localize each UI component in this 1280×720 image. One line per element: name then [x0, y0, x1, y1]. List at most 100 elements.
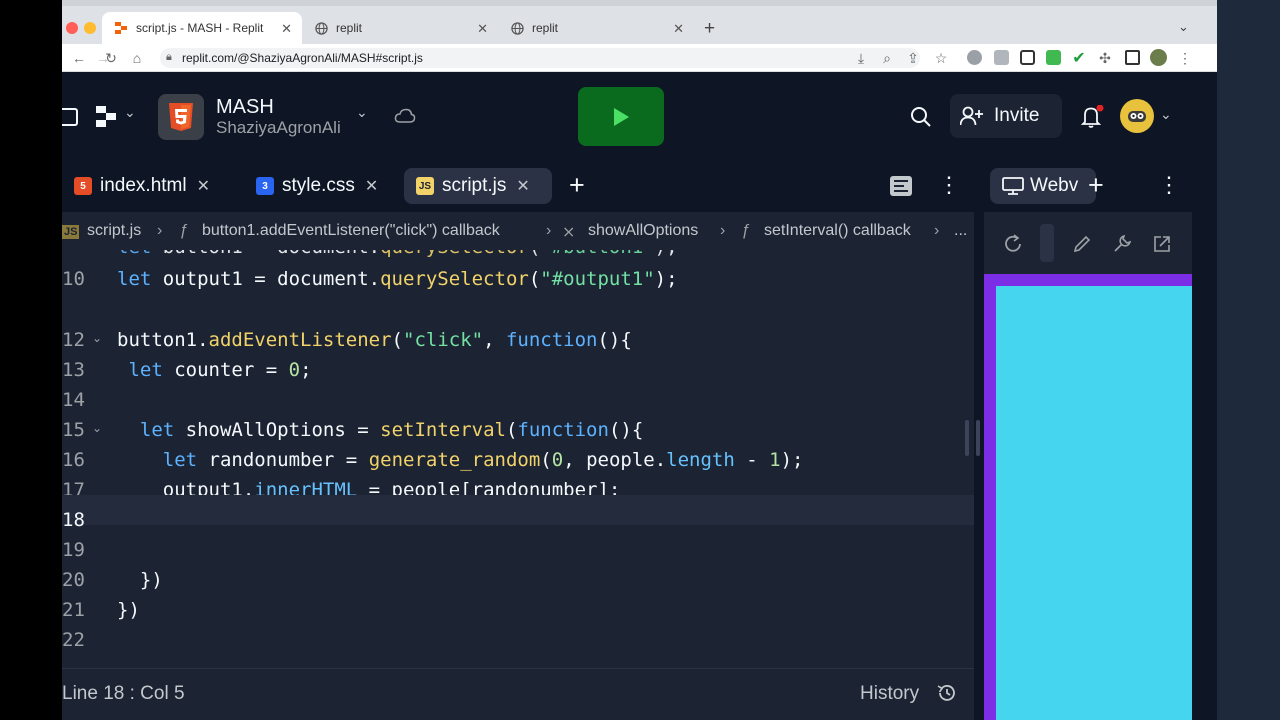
- invite-label: Invite: [994, 105, 1040, 126]
- browser-tab-title: script.js - MASH - Replit: [136, 21, 264, 35]
- close-tab-icon[interactable]: ✕: [477, 21, 488, 37]
- pane-options-kebab-icon[interactable]: ⋮: [938, 172, 960, 198]
- webview-tab-bar: Webv + ⋮: [984, 160, 1192, 212]
- extension-icon[interactable]: [994, 50, 1009, 65]
- line-number: 13: [62, 359, 85, 381]
- add-user-icon: [960, 106, 983, 126]
- lock-icon: 🔒︎: [166, 51, 172, 63]
- new-tab-plus-icon[interactable]: +: [1088, 170, 1104, 201]
- history-label[interactable]: History: [860, 683, 919, 705]
- pane-options-kebab-icon[interactable]: ⋮: [1158, 172, 1180, 198]
- close-window-button[interactable]: [66, 22, 78, 34]
- account-menu-chevron-icon[interactable]: ⌄: [1160, 106, 1172, 123]
- devtools-wrench-icon[interactable]: [1112, 234, 1132, 259]
- tab-search-chevron-icon[interactable]: ⌄: [1178, 19, 1189, 35]
- invite-button[interactable]: Invite: [950, 94, 1062, 138]
- play-icon: [614, 107, 629, 126]
- close-tab-icon[interactable]: ✕: [516, 176, 529, 196]
- home-icon[interactable]: ⌂: [128, 49, 146, 67]
- run-button[interactable]: [578, 87, 664, 146]
- status-bar: Line 18 : Col 5 History: [62, 668, 974, 720]
- fold-chevron-icon[interactable]: ⌄: [92, 331, 102, 345]
- breadcrumb-item[interactable]: ...: [954, 222, 967, 240]
- browser-tab-strip: script.js - MASH - Replit ✕ replit ✕ rep…: [62, 6, 1217, 44]
- css-file-icon: 3: [256, 177, 274, 195]
- search-icon[interactable]: [910, 106, 932, 133]
- back-arrow-icon[interactable]: ←: [70, 49, 88, 67]
- url-field[interactable]: 🔒︎ replit.com/@ShaziyaAgronAli/MASH#scri…: [160, 48, 920, 68]
- tab-style-css[interactable]: 3 style.css ✕: [244, 168, 388, 204]
- tab-webview[interactable]: Webv: [990, 168, 1096, 204]
- minimize-window-button[interactable]: [84, 22, 96, 34]
- line-number: 14: [62, 389, 85, 411]
- profile-avatar[interactable]: [1150, 49, 1167, 66]
- replit-workspace: ⌄ MASH ShaziyaAgronAli ⌄ Invite ⌄ 5 inde…: [62, 72, 1217, 720]
- chevron-right-icon: ›: [546, 222, 552, 239]
- replit-logo-icon[interactable]: [96, 106, 118, 133]
- chevron-right-icon: ›: [157, 222, 163, 239]
- zoom-icon[interactable]: ⌕: [878, 49, 896, 67]
- breadcrumb-item[interactable]: button1.addEventListener("click") callba…: [202, 222, 500, 240]
- function-icon: ƒ: [179, 222, 188, 239]
- editor-pane: 5 index.html ✕ 3 style.css ✕ JS script.j…: [62, 160, 974, 720]
- new-tab-plus-icon[interactable]: +: [704, 18, 715, 40]
- browser-tab[interactable]: replit ✕: [498, 12, 694, 44]
- pane-resize-handle[interactable]: [976, 420, 980, 456]
- tab-label: index.html: [100, 175, 187, 196]
- desktop-left-edge: [0, 0, 62, 720]
- extension-icon[interactable]: [967, 50, 982, 65]
- code-line: let showAllOptions = setInterval(functio…: [139, 419, 644, 441]
- browser-menu-kebab-icon[interactable]: ⋮: [1176, 49, 1194, 67]
- bookmark-star-icon[interactable]: ☆: [932, 49, 950, 67]
- js-file-icon: JS: [416, 177, 434, 195]
- breadcrumb-item[interactable]: setInterval() callback: [764, 222, 911, 240]
- html5-repl-icon: [158, 94, 204, 140]
- share-icon[interactable]: ⇪: [904, 49, 922, 67]
- reload-icon[interactable]: [1002, 233, 1024, 260]
- check-extension-icon[interactable]: ✔: [1070, 49, 1088, 67]
- replit-favicon-icon: [114, 21, 128, 35]
- notification-bell-icon[interactable]: [1080, 104, 1104, 134]
- browser-tab[interactable]: replit ✕: [302, 12, 498, 44]
- repl-info-chevron-icon[interactable]: ⌄: [356, 104, 368, 121]
- close-tab-icon[interactable]: ✕: [197, 176, 210, 196]
- sidebar-toggle-icon[interactable]: [1125, 50, 1140, 65]
- close-tab-icon[interactable]: ✕: [281, 21, 292, 37]
- extension-icon[interactable]: [1046, 50, 1061, 65]
- close-tab-icon[interactable]: ✕: [673, 21, 684, 37]
- repl-owner[interactable]: ShaziyaAgronAli: [216, 118, 341, 138]
- breadcrumb-item[interactable]: showAllOptions: [588, 222, 698, 240]
- format-document-icon[interactable]: [890, 176, 912, 196]
- line-number: 20: [62, 569, 85, 591]
- url-input[interactable]: [1040, 224, 1054, 262]
- line-number: 15: [62, 419, 85, 441]
- code-editor[interactable]: let button1 = document.querySelector("#b…: [62, 250, 974, 668]
- puzzle-extensions-icon[interactable]: ✣: [1096, 49, 1114, 67]
- history-clock-icon[interactable]: [936, 682, 958, 709]
- sidebar-toggle-icon[interactable]: [62, 108, 78, 126]
- code-line: }): [117, 599, 140, 621]
- repl-name[interactable]: MASH: [216, 96, 274, 119]
- reload-icon[interactable]: ↻: [102, 49, 120, 67]
- tab-script-js[interactable]: JS script.js ✕: [404, 168, 552, 204]
- close-tab-icon[interactable]: ✕: [365, 176, 378, 196]
- pencil-icon[interactable]: [1072, 234, 1092, 259]
- address-bar-row: ← → ↻ ⌂ 🔒︎ replit.com/@ShaziyaAgronAli/M…: [62, 44, 1217, 72]
- line-number: 21: [62, 599, 85, 621]
- code-line: let button1 = document.querySelector("#b…: [117, 250, 678, 258]
- extension-grid-icon[interactable]: [1020, 50, 1035, 65]
- fold-chevron-icon[interactable]: ⌄: [92, 421, 102, 435]
- new-tab-plus-icon[interactable]: +: [569, 170, 585, 201]
- browser-tab-active[interactable]: script.js - MASH - Replit ✕: [102, 12, 302, 44]
- install-app-icon[interactable]: ⤓: [852, 49, 870, 67]
- logo-menu-chevron-icon[interactable]: ⌄: [124, 104, 136, 121]
- webview-pane: Webv + ⋮: [984, 160, 1192, 720]
- tab-index-html[interactable]: 5 index.html ✕: [62, 168, 228, 204]
- webview-preview[interactable]: [984, 274, 1192, 720]
- cloud-saved-icon: [394, 108, 416, 129]
- open-new-tab-icon[interactable]: [1152, 234, 1172, 259]
- user-avatar[interactable]: [1120, 99, 1154, 133]
- chevron-right-icon: ›: [720, 222, 726, 239]
- editor-scrollbar[interactable]: [965, 420, 969, 456]
- breadcrumb-item[interactable]: script.js: [87, 222, 141, 240]
